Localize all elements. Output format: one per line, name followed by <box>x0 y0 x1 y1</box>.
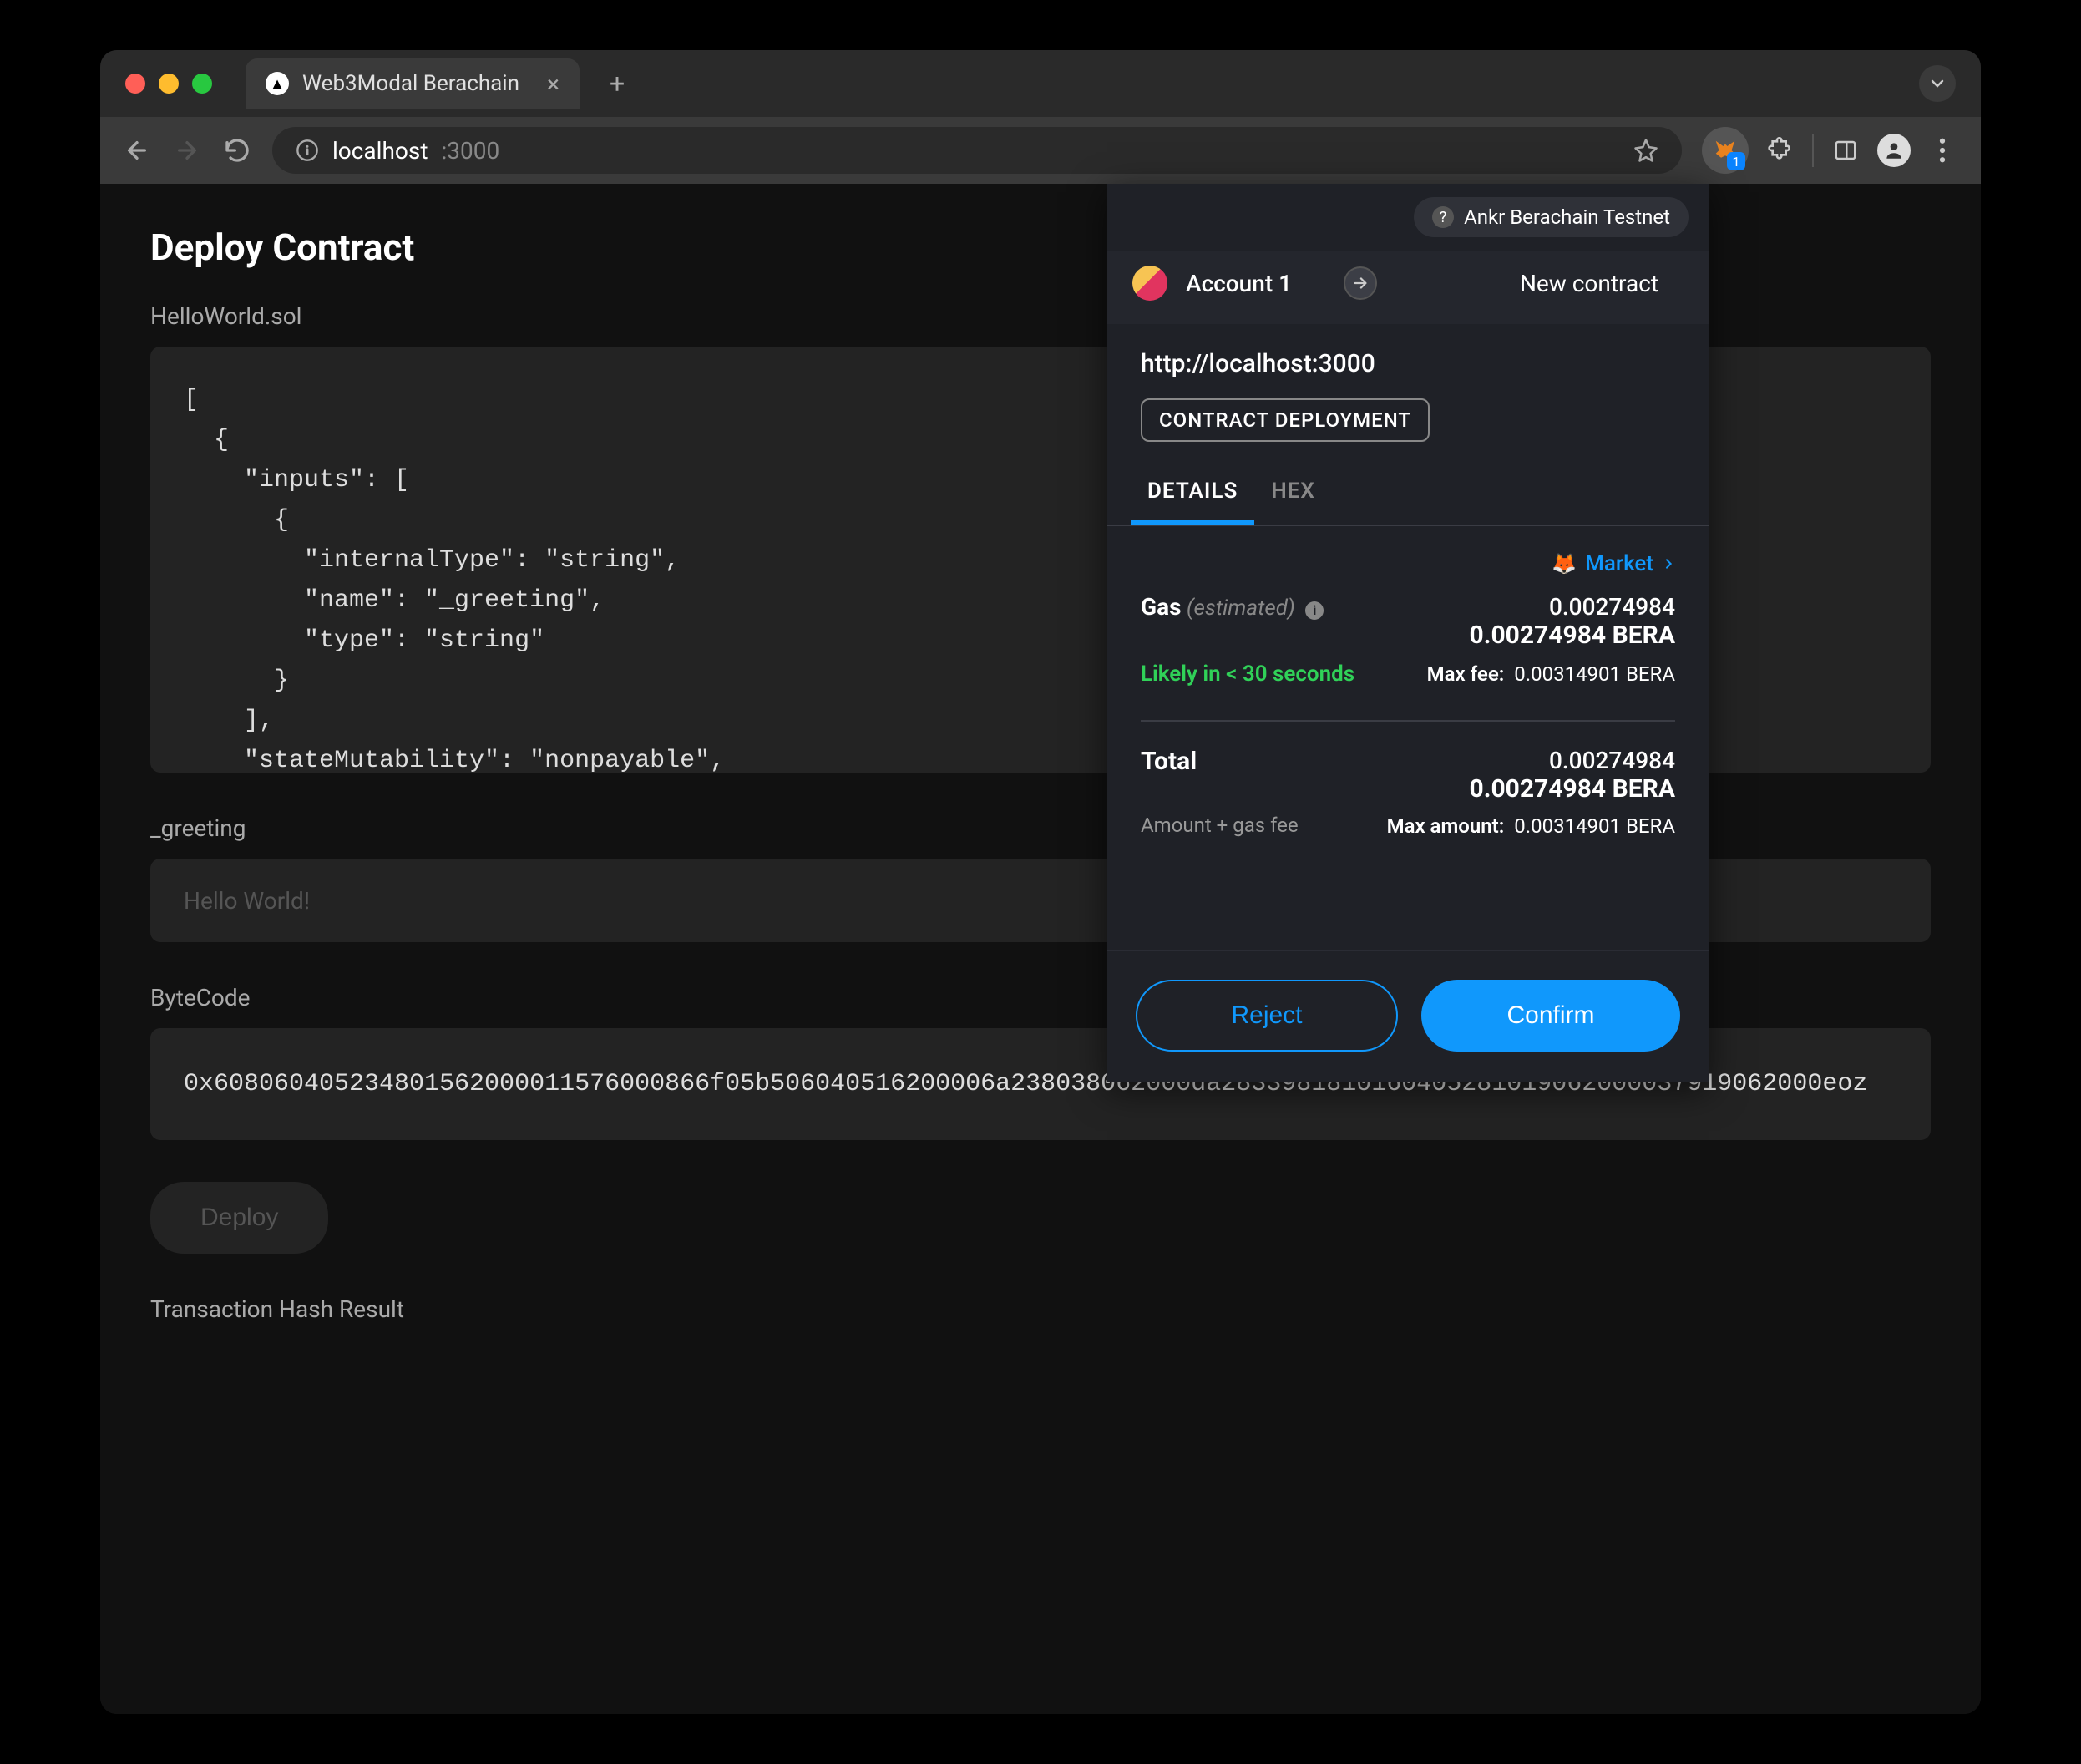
panel-icon <box>1833 138 1858 163</box>
url-port: :3000 <box>441 137 499 165</box>
popup-body: 🦊 Market Gas (estimated) i 0.00274984 0.… <box>1107 526 1709 859</box>
back-button[interactable] <box>122 137 152 164</box>
chevron-down-icon <box>1929 75 1946 92</box>
tx-target: New contract <box>1520 270 1658 297</box>
to-arrow-icon <box>1344 266 1377 300</box>
account-avatar <box>1132 266 1167 301</box>
chevron-right-icon <box>1662 557 1675 570</box>
maxfee-value: 0.00314901 BERA <box>1514 662 1675 686</box>
max-amount-label: Max amount: <box>1387 814 1505 838</box>
confirm-button[interactable]: Confirm <box>1421 980 1680 1052</box>
total-amount-bera: 0.00274984 BERA <box>1470 774 1675 803</box>
kebab-icon <box>1939 138 1946 163</box>
gas-estimated: (estimated) <box>1187 596 1295 621</box>
site-info-icon[interactable] <box>296 139 319 162</box>
arrow-left-icon <box>124 137 150 164</box>
maxfee-label: Max fee: <box>1427 662 1505 686</box>
popup-tabs: DETAILS HEX <box>1107 462 1709 526</box>
info-icon[interactable]: i <box>1305 601 1324 620</box>
total-section: Total 0.00274984 0.00274984 BERA <box>1141 747 1675 803</box>
arrow-right-icon <box>174 137 200 164</box>
question-icon: ? <box>1432 206 1454 228</box>
extension-badge-count: 1 <box>1727 152 1745 170</box>
reload-icon <box>224 137 251 164</box>
metamask-extension-button[interactable]: 1 <box>1702 127 1749 174</box>
puzzle-icon <box>1767 137 1794 164</box>
url-host: localhost <box>332 137 428 165</box>
total-sub-label: Amount + gas fee <box>1141 814 1299 839</box>
popup-actions: Reject Confirm <box>1107 950 1709 1082</box>
reject-button[interactable]: Reject <box>1136 980 1398 1052</box>
account-name: Account 1 <box>1186 270 1292 297</box>
origin-section: http://localhost:3000 CONTRACT DEPLOYMEN… <box>1107 324 1709 462</box>
tx-hash-label: Transaction Hash Result <box>150 1295 1931 1323</box>
window-close-button[interactable] <box>125 74 145 94</box>
bookmark-button[interactable] <box>1633 138 1658 163</box>
window-maximize-button[interactable] <box>192 74 212 94</box>
fox-emoji-icon: 🦊 <box>1552 552 1577 575</box>
tab-favicon: ▲ <box>266 72 289 95</box>
toolbar-actions: 1 <box>1702 127 1959 174</box>
network-row: ? Ankr Berachain Testnet <box>1107 184 1709 251</box>
gas-amount-bera: 0.00274984 BERA <box>1470 621 1675 650</box>
deploy-button[interactable]: Deploy <box>150 1182 328 1254</box>
account-row: Account 1 New contract <box>1107 251 1709 324</box>
profile-button[interactable] <box>1877 134 1911 167</box>
gas-likely-time: Likely in < 30 seconds <box>1141 662 1354 687</box>
divider <box>1141 720 1675 722</box>
forward-button[interactable] <box>172 137 202 164</box>
market-link[interactable]: Market <box>1585 551 1653 576</box>
new-tab-button[interactable]: + <box>610 68 625 99</box>
gas-amount-native: 0.00274984 <box>1470 593 1675 621</box>
side-panel-button[interactable] <box>1829 134 1862 167</box>
star-icon <box>1633 138 1658 163</box>
browser-menu-button[interactable] <box>1926 134 1959 167</box>
deployment-badge: CONTRACT DEPLOYMENT <box>1141 398 1430 442</box>
address-bar[interactable]: localhost :3000 <box>272 127 1682 174</box>
window-minimize-button[interactable] <box>159 74 179 94</box>
network-name: Ankr Berachain Testnet <box>1464 205 1670 229</box>
tabs-dropdown-button[interactable] <box>1919 65 1956 102</box>
gas-meta-row: Likely in < 30 seconds Max fee: 0.0031490… <box>1141 662 1675 695</box>
tab-details[interactable]: DETAILS <box>1131 462 1254 525</box>
gas-section: Gas (estimated) i 0.00274984 0.00274984 … <box>1141 593 1675 650</box>
network-selector[interactable]: ? Ankr Berachain Testnet <box>1414 197 1689 237</box>
extensions-button[interactable] <box>1764 134 1797 167</box>
tab-title: Web3Modal Berachain <box>302 71 534 96</box>
separator <box>1812 134 1814 167</box>
traffic-lights <box>125 74 212 94</box>
browser-tab[interactable]: ▲ Web3Modal Berachain × <box>246 58 580 109</box>
total-amount-native: 0.00274984 <box>1470 747 1675 774</box>
browser-window: ▲ Web3Modal Berachain × + localhost :3000 <box>100 50 1981 1714</box>
tab-bar: ▲ Web3Modal Berachain × + <box>100 50 1981 117</box>
total-label: Total <box>1141 747 1197 803</box>
market-row[interactable]: 🦊 Market <box>1141 551 1675 576</box>
max-amount-value: 0.00314901 BERA <box>1514 814 1675 838</box>
gas-label: Gas <box>1141 593 1181 621</box>
reload-button[interactable] <box>222 137 252 164</box>
wallet-popup: ? Ankr Berachain Testnet Account 1 New c… <box>1107 184 1709 1082</box>
person-icon <box>1883 139 1905 161</box>
close-tab-button[interactable]: × <box>547 70 559 98</box>
tab-hex[interactable]: HEX <box>1254 462 1332 525</box>
toolbar: localhost :3000 1 <box>100 117 1981 184</box>
total-meta-row: Amount + gas fee Max amount: 0.00314901 B… <box>1141 814 1675 839</box>
origin-url: http://localhost:3000 <box>1141 349 1675 378</box>
